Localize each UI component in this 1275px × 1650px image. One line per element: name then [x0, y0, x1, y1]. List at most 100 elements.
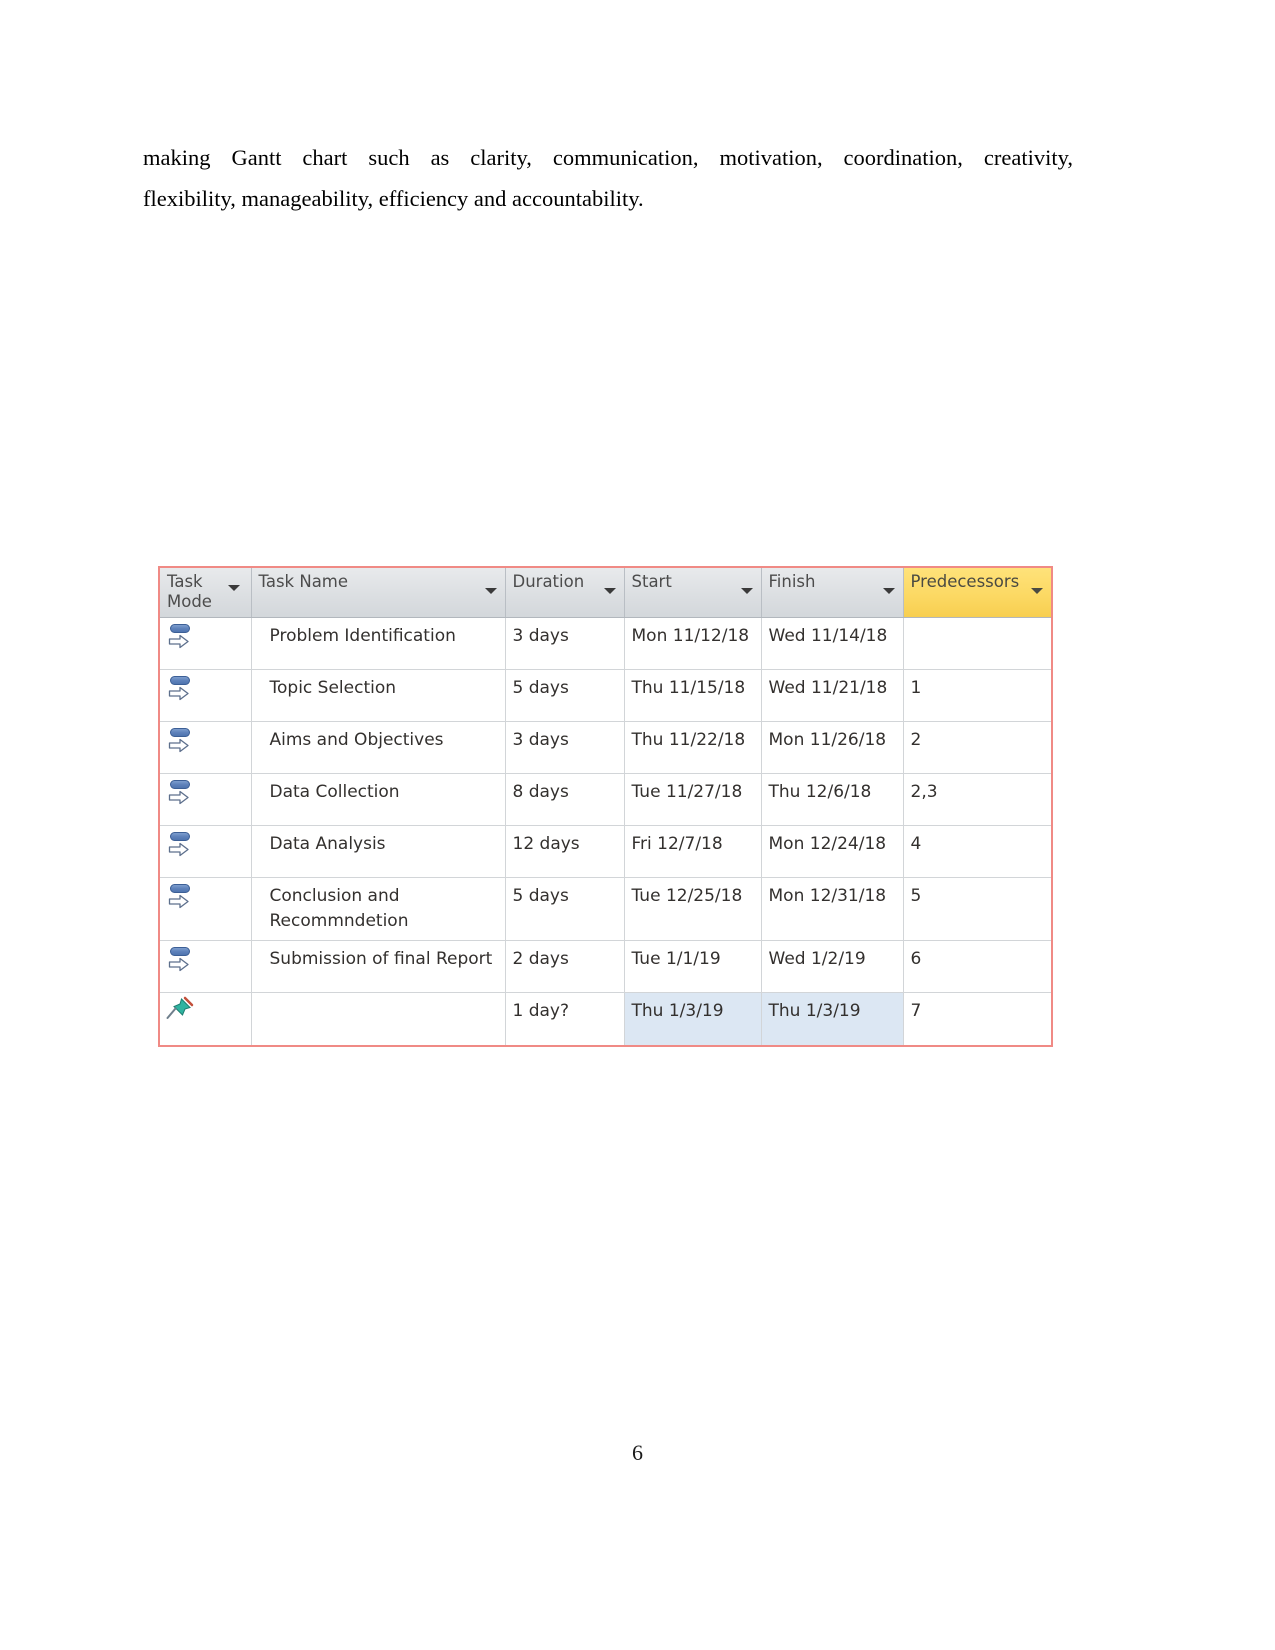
cell-task-name[interactable]: Submission of final Report — [251, 940, 506, 993]
cell-finish[interactable]: Wed 11/21/18 — [761, 669, 904, 722]
auto-scheduled-bar — [170, 780, 190, 789]
auto-scheduled-icon — [165, 881, 195, 913]
cell-task-name[interactable]: Data Collection — [251, 773, 506, 826]
cell-task-name[interactable]: Problem Identification — [251, 617, 506, 670]
cell-start[interactable]: Tue 12/25/18 — [624, 877, 762, 941]
cell-finish[interactable]: Thu 12/6/18 — [761, 773, 904, 826]
cell-finish[interactable]: Thu 1/3/19 — [761, 992, 904, 1045]
column-header-finish-label: Finish — [768, 572, 816, 591]
cell-finish[interactable]: Wed 1/2/19 — [761, 940, 904, 993]
cell-task-mode[interactable] — [160, 721, 252, 774]
cell-finish[interactable]: Mon 11/26/18 — [761, 721, 904, 774]
cell-task-mode[interactable] — [160, 940, 252, 993]
table-row[interactable]: Topic Selection 5 days Thu 11/15/18 Wed 11/… — [160, 669, 1051, 722]
column-header-finish[interactable]: Finish — [761, 568, 904, 618]
table-row[interactable]: Data Collection 8 days Tue 11/27/18 Thu 12/… — [160, 773, 1051, 826]
cell-finish[interactable]: Mon 12/24/18 — [761, 825, 904, 878]
cell-predecessors[interactable]: 7 — [903, 992, 1051, 1045]
cell-predecessors[interactable]: 4 — [903, 825, 1051, 878]
chevron-down-icon[interactable] — [484, 588, 497, 594]
right-arrow-icon — [168, 957, 189, 972]
cell-start[interactable]: Mon 11/12/18 — [624, 617, 762, 670]
cell-predecessors[interactable]: 1 — [903, 669, 1051, 722]
auto-scheduled-icon — [165, 621, 195, 653]
page-number: 6 — [632, 1440, 643, 1465]
column-header-task-name[interactable]: Task Name — [251, 568, 506, 618]
table-row[interactable]: Aims and Objectives 3 days Thu 11/22/18 Mon… — [160, 721, 1051, 774]
cell-duration[interactable]: 8 days — [505, 773, 625, 826]
column-header-task-mode[interactable]: Task Mode — [160, 568, 252, 618]
chevron-down-icon[interactable] — [882, 588, 895, 594]
table-header-row: Task Mode Task Name Duration Start Finis… — [160, 568, 1051, 618]
auto-scheduled-icon — [165, 673, 195, 705]
cell-task-mode[interactable] — [160, 825, 252, 878]
column-header-predecessors[interactable]: Predecessors — [903, 568, 1051, 618]
cell-task-mode[interactable] — [160, 992, 252, 1045]
auto-scheduled-icon — [165, 944, 195, 976]
cell-start[interactable]: Fri 12/7/18 — [624, 825, 762, 878]
cell-duration[interactable]: 3 days — [505, 721, 625, 774]
right-arrow-icon — [168, 842, 189, 857]
cell-task-name[interactable]: Aims and Objectives — [251, 721, 506, 774]
cell-finish[interactable]: Wed 11/14/18 — [761, 617, 904, 670]
column-header-start-label: Start — [631, 572, 672, 591]
table-row[interactable]: Problem Identification 3 days Mon 11/12/18… — [160, 617, 1051, 670]
chevron-down-icon[interactable] — [1031, 588, 1043, 594]
auto-scheduled-icon — [165, 777, 195, 809]
auto-scheduled-icon — [165, 829, 195, 861]
auto-scheduled-bar — [170, 728, 190, 737]
cell-start[interactable]: Tue 1/1/19 — [624, 940, 762, 993]
auto-scheduled-bar — [170, 884, 190, 893]
column-header-duration-label: Duration — [512, 572, 585, 591]
document-page: making Gantt chart such as clarity, comm… — [0, 0, 1275, 1650]
chevron-down-icon[interactable] — [227, 585, 240, 591]
right-arrow-icon — [168, 738, 189, 753]
cell-predecessors[interactable]: 2 — [903, 721, 1051, 774]
manually-scheduled-pin-icon — [165, 996, 195, 1028]
cell-duration[interactable]: 1 day? — [505, 992, 625, 1045]
cell-start[interactable]: Thu 11/15/18 — [624, 669, 762, 722]
task-grid-body: Problem Identification 3 days Mon 11/12/18… — [160, 617, 1051, 1045]
cell-duration[interactable]: 3 days — [505, 617, 625, 670]
cell-task-name[interactable]: Topic Selection — [251, 669, 506, 722]
cell-task-name[interactable]: Data Analysis — [251, 825, 506, 878]
cell-start[interactable]: Thu 11/22/18 — [624, 721, 762, 774]
auto-scheduled-bar — [170, 832, 190, 841]
column-header-task-mode-label: Task Mode — [167, 572, 212, 611]
cell-duration[interactable]: 2 days — [505, 940, 625, 993]
auto-scheduled-bar — [170, 624, 190, 633]
cell-predecessors[interactable]: 5 — [903, 877, 1051, 941]
cell-duration[interactable]: 5 days — [505, 669, 625, 722]
cell-task-name[interactable]: Conclusion and Recommndetion — [251, 877, 506, 941]
auto-scheduled-icon — [165, 725, 195, 757]
right-arrow-icon — [168, 894, 189, 909]
cell-predecessors[interactable]: 6 — [903, 940, 1051, 993]
task-grid: Task Mode Task Name Duration Start Finis… — [160, 568, 1051, 1045]
cell-start[interactable]: Tue 11/27/18 — [624, 773, 762, 826]
cell-start[interactable]: Thu 1/3/19 — [624, 992, 762, 1045]
cell-task-mode[interactable] — [160, 617, 252, 670]
cell-finish[interactable]: Mon 12/31/18 — [761, 877, 904, 941]
cell-predecessors[interactable] — [903, 617, 1051, 670]
table-row[interactable]: 1 day? Thu 1/3/19 Thu 1/3/19 7 — [160, 992, 1051, 1045]
cell-duration[interactable]: 12 days — [505, 825, 625, 878]
table-row[interactable]: Submission of final Report 2 days Tue 1/1/… — [160, 940, 1051, 993]
cell-predecessors[interactable]: 2,3 — [903, 773, 1051, 826]
cell-duration[interactable]: 5 days — [505, 877, 625, 941]
cell-task-mode[interactable] — [160, 773, 252, 826]
cell-task-name[interactable] — [251, 992, 506, 1045]
column-header-start[interactable]: Start — [624, 568, 762, 618]
chevron-down-icon[interactable] — [740, 588, 753, 594]
cell-task-mode[interactable] — [160, 877, 252, 941]
body-paragraph: making Gantt chart such as clarity, comm… — [143, 137, 1073, 219]
column-header-task-name-label: Task Name — [258, 572, 349, 591]
column-header-duration[interactable]: Duration — [505, 568, 625, 618]
paragraph-line-1: making Gantt chart such as clarity, comm… — [143, 145, 1073, 170]
paragraph-line-2: flexibility, manageability, efficiency a… — [143, 186, 644, 211]
right-arrow-icon — [168, 790, 189, 805]
chevron-down-icon[interactable] — [603, 588, 616, 594]
table-row[interactable]: Conclusion and Recommndetion 5 days Tue 12… — [160, 877, 1051, 941]
table-row[interactable]: Data Analysis 12 days Fri 12/7/18 Mon 12/24… — [160, 825, 1051, 878]
cell-task-mode[interactable] — [160, 669, 252, 722]
auto-scheduled-bar — [170, 947, 190, 956]
